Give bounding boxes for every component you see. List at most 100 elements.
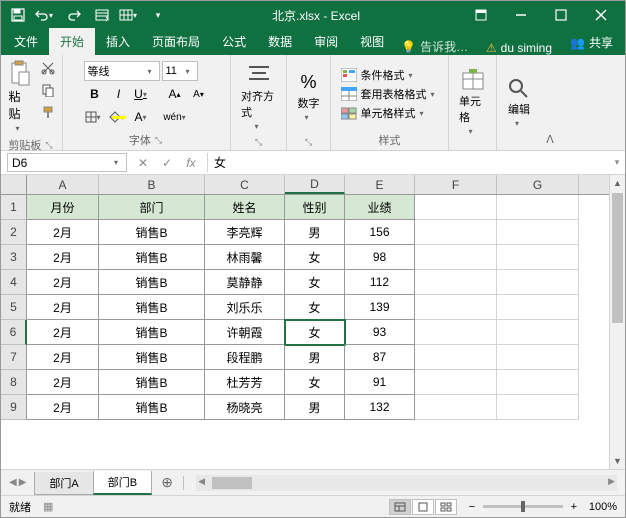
cell-A7[interactable]: 2月 [27, 345, 99, 370]
cut-button[interactable] [37, 58, 59, 78]
cells-button[interactable]: 单元格 ▾ [455, 67, 490, 138]
normal-view-button[interactable] [389, 499, 411, 515]
close-button[interactable] [581, 1, 621, 29]
tab-review[interactable]: 审阅 [303, 28, 349, 55]
copy-button[interactable] [37, 80, 59, 100]
column-header-B[interactable]: B [99, 175, 205, 194]
increase-font-button[interactable]: A▴ [164, 84, 186, 104]
cell-D6[interactable]: 女 [285, 320, 345, 345]
cell-C7[interactable]: 段程鹏 [205, 345, 285, 370]
cell-C9[interactable]: 杨晓亮 [205, 395, 285, 420]
vertical-scrollbar[interactable]: ▲ ▼ [609, 175, 625, 469]
cell-F9[interactable] [415, 395, 497, 420]
cell-F6[interactable] [415, 320, 497, 345]
vscroll-thumb[interactable] [612, 193, 623, 323]
redo-button[interactable] [61, 4, 87, 26]
cell-C2[interactable]: 李亮辉 [205, 220, 285, 245]
phonetic-button[interactable]: wén▾ [164, 107, 186, 127]
cell-A3[interactable]: 2月 [27, 245, 99, 270]
font-color-button[interactable]: A▾ [132, 107, 154, 127]
decrease-font-button[interactable]: A▾ [188, 84, 210, 104]
zoom-level[interactable]: 100% [589, 501, 617, 513]
qat-button-4[interactable] [89, 4, 115, 26]
cell-E2[interactable]: 156 [345, 220, 415, 245]
font-name-combo[interactable]: 等线▾ [84, 61, 160, 81]
cell-E8[interactable]: 91 [345, 370, 415, 395]
cell-E4[interactable]: 112 [345, 270, 415, 295]
cell-G9[interactable] [497, 395, 579, 420]
cell-B2[interactable]: 销售B [99, 220, 205, 245]
cell-G5[interactable] [497, 295, 579, 320]
share-button[interactable]: 👥 共享 [560, 30, 623, 55]
cancel-formula-button[interactable]: ✕ [133, 154, 153, 172]
cell-E6[interactable]: 93 [345, 320, 415, 345]
qat-customize[interactable]: ▾ [145, 4, 171, 26]
insert-function-button[interactable]: fx [181, 154, 201, 172]
cell-A4[interactable]: 2月 [27, 270, 99, 295]
horizontal-scrollbar[interactable]: ◀ ▶ [196, 475, 617, 491]
sheet-tab-部门A[interactable]: 部门A [34, 472, 93, 495]
row-header-3[interactable]: 3 [1, 245, 27, 270]
bold-button[interactable]: B [84, 84, 106, 104]
hscroll-thumb[interactable] [212, 477, 252, 489]
cell-C8[interactable]: 杜芳芳 [205, 370, 285, 395]
cell-D7[interactable]: 男 [285, 345, 345, 370]
formula-input[interactable]: 女 [208, 153, 603, 172]
column-header-D[interactable]: D [285, 175, 345, 194]
row-header-2[interactable]: 2 [1, 220, 27, 245]
cell-D3[interactable]: 女 [285, 245, 345, 270]
column-header-E[interactable]: E [345, 175, 415, 194]
cell-B7[interactable]: 销售B [99, 345, 205, 370]
alignment-button[interactable]: 对齐方式 ▾ [237, 60, 280, 133]
cell-F4[interactable] [415, 270, 497, 295]
cell-D1[interactable]: 性别 [285, 195, 345, 220]
number-format-button[interactable]: % 数字 ▾ [294, 70, 324, 124]
cell-B3[interactable]: 销售B [99, 245, 205, 270]
cell-B6[interactable]: 销售B [99, 320, 205, 345]
page-break-view-button[interactable] [435, 499, 457, 515]
tab-home[interactable]: 开始 [49, 28, 95, 55]
cell-D5[interactable]: 女 [285, 295, 345, 320]
row-header-6[interactable]: 6 [1, 320, 27, 345]
cell-A2[interactable]: 2月 [27, 220, 99, 245]
format-as-table-button[interactable]: 套用表格格式▾ [339, 85, 441, 103]
scroll-down-button[interactable]: ▼ [610, 453, 625, 469]
add-sheet-button[interactable]: ⊕ [155, 473, 179, 493]
cell-B1[interactable]: 部门 [99, 195, 205, 220]
cell-F5[interactable] [415, 295, 497, 320]
undo-button[interactable]: ▾ [33, 4, 59, 26]
cell-B5[interactable]: 销售B [99, 295, 205, 320]
cell-G7[interactable] [497, 345, 579, 370]
tab-data[interactable]: 数据 [257, 28, 303, 55]
qat-button-5[interactable]: ▾ [117, 4, 143, 26]
cell-D8[interactable]: 女 [285, 370, 345, 395]
number-launcher[interactable]: ⤡ [303, 137, 314, 148]
cell-A1[interactable]: 月份 [27, 195, 99, 220]
cell-D9[interactable]: 男 [285, 395, 345, 420]
cell-G1[interactable] [497, 195, 579, 220]
tab-formulas[interactable]: 公式 [211, 28, 257, 55]
row-header-4[interactable]: 4 [1, 270, 27, 295]
cell-F1[interactable] [415, 195, 497, 220]
row-header-1[interactable]: 1 [1, 195, 27, 220]
cell-C5[interactable]: 刘乐乐 [205, 295, 285, 320]
font-launcher[interactable]: ⤡ [153, 135, 164, 146]
macro-record-icon[interactable]: ▦ [43, 500, 53, 513]
cell-G4[interactable] [497, 270, 579, 295]
cell-C6[interactable]: 许朝霞 [205, 320, 285, 345]
zoom-in-button[interactable]: + [567, 501, 581, 513]
column-header-A[interactable]: A [27, 175, 99, 194]
tab-file[interactable]: 文件 [3, 28, 49, 55]
column-header-G[interactable]: G [497, 175, 579, 194]
font-size-combo[interactable]: 11▾ [162, 61, 198, 81]
cell-G2[interactable] [497, 220, 579, 245]
clipboard-launcher[interactable]: ⤡ [43, 140, 54, 151]
row-header-8[interactable]: 8 [1, 370, 27, 395]
tell-me[interactable]: 💡 告诉我… [395, 38, 474, 55]
cell-D2[interactable]: 男 [285, 220, 345, 245]
cell-F2[interactable] [415, 220, 497, 245]
align-launcher[interactable]: ⤡ [253, 137, 264, 148]
column-header-F[interactable]: F [415, 175, 497, 194]
conditional-formatting-button[interactable]: 条件格式▾ [339, 66, 441, 84]
save-button[interactable] [5, 4, 31, 26]
